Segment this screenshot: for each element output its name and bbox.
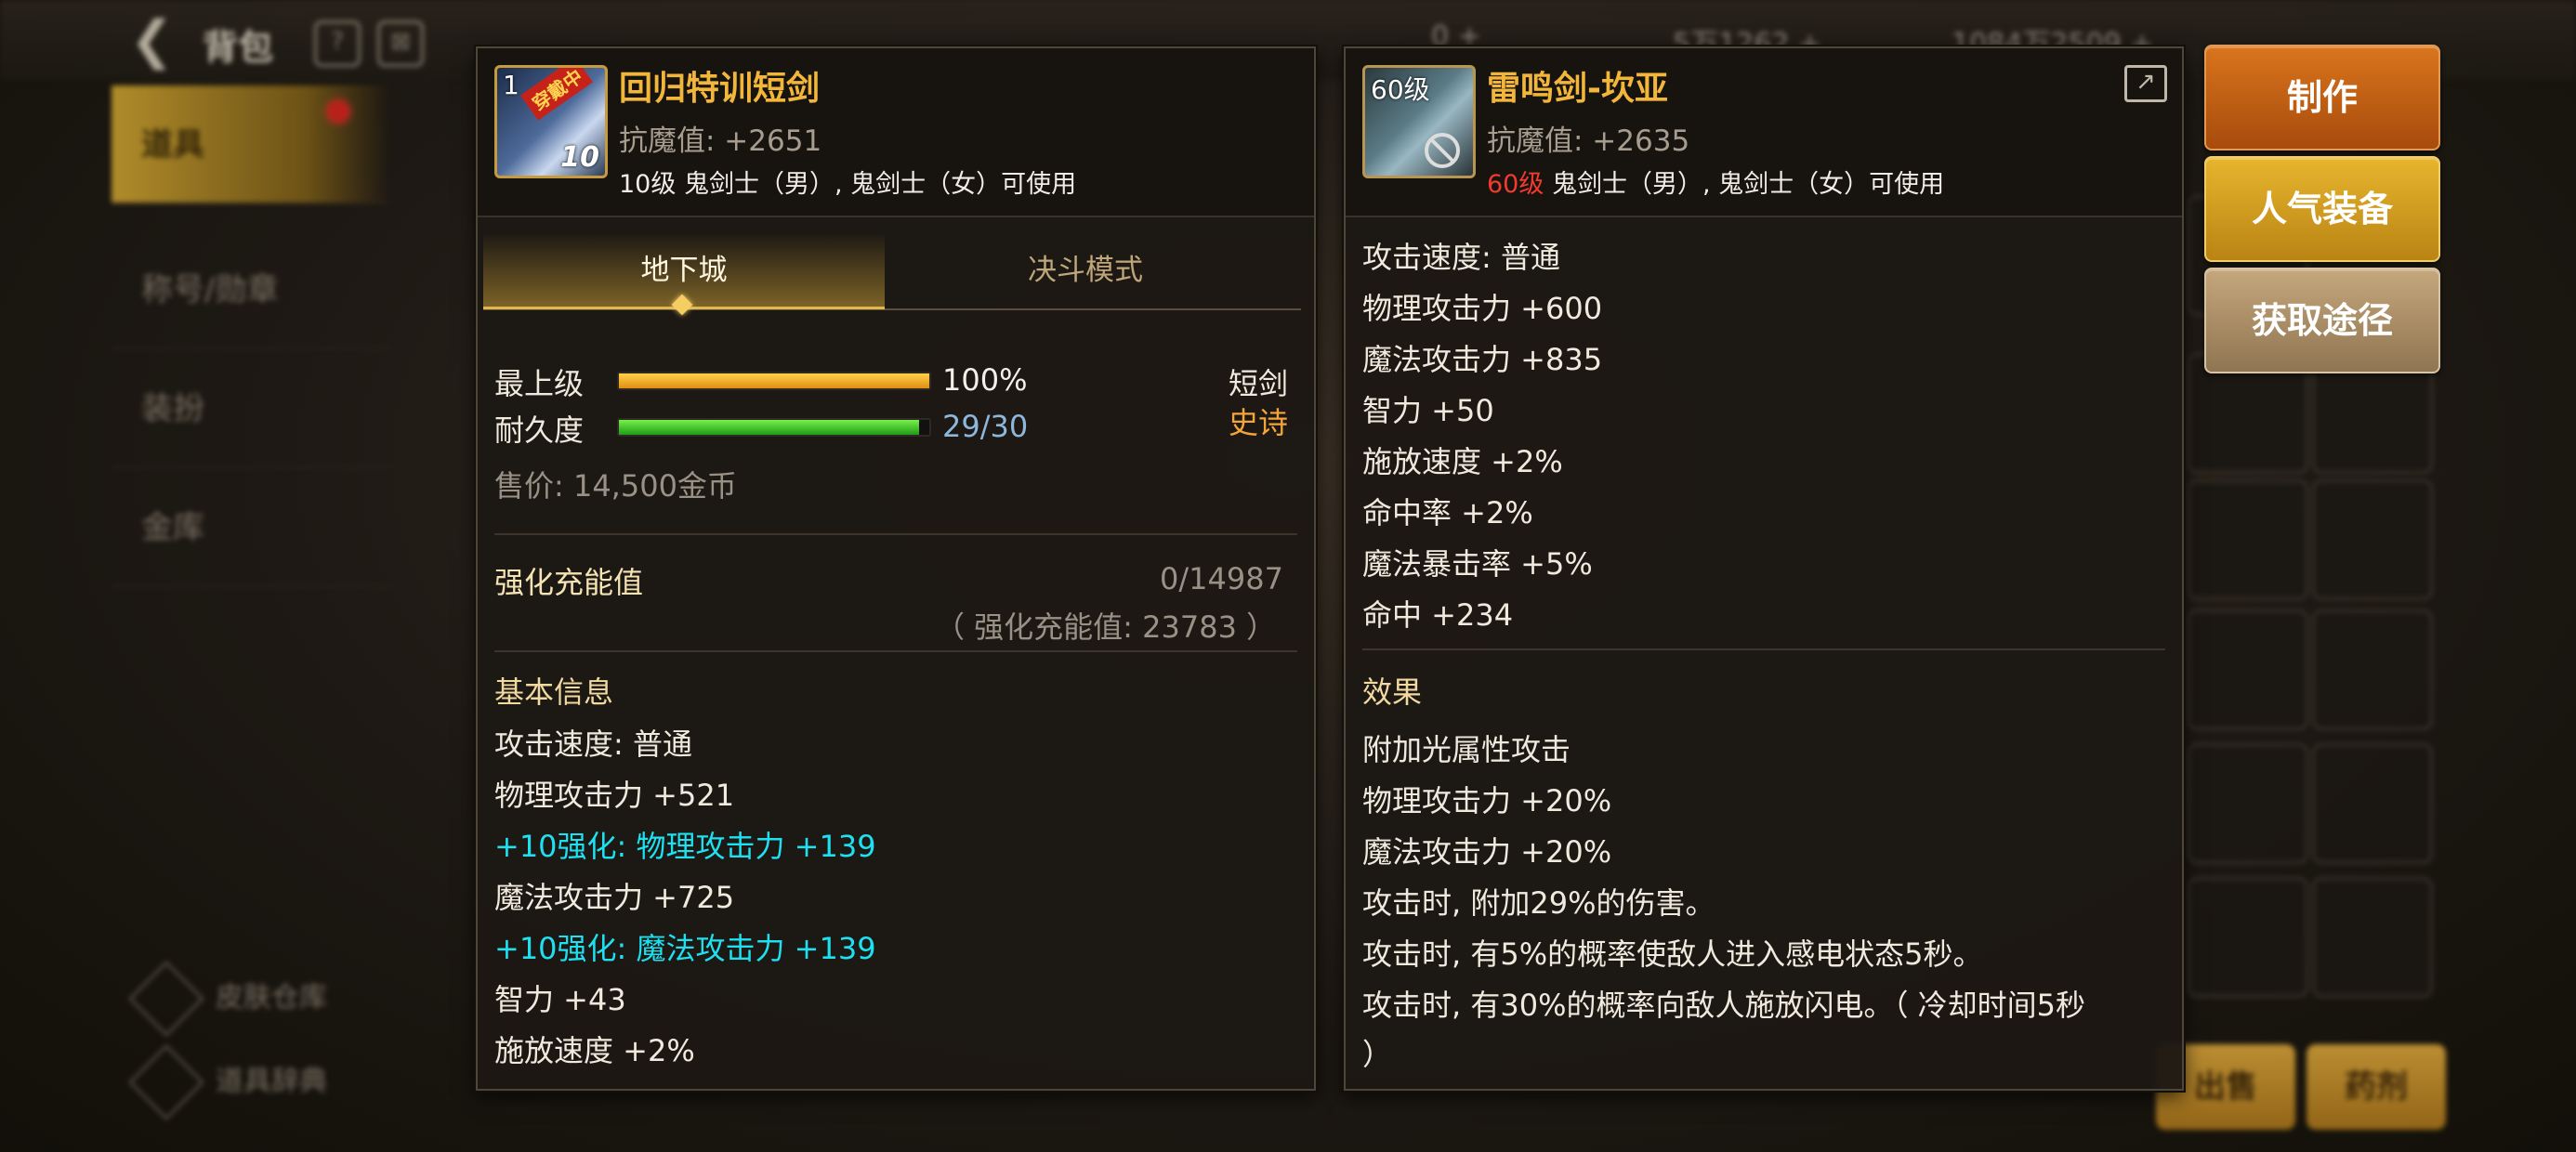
inventory-slot[interactable] [2188,479,2308,600]
magic-resist: 抗魔值: +2651 [619,124,822,158]
weapon-type: 短剑 [1229,366,1289,401]
durability-bar-fill [619,420,919,435]
icon-level: 60级 [1371,74,1430,105]
reinforce-value: 0/14987 [1160,561,1283,596]
usable-classes: 60级 鬼剑士（男）, 鬼剑士（女）可使用 [1487,164,1944,200]
item-dictionary-icon [127,1043,205,1121]
inventory-slot[interactable] [2312,609,2433,730]
usable-classes-text: 鬼剑士（男）, 鬼剑士（女）可使用 [1544,170,1945,199]
divider [1362,648,2165,650]
skin-storage-icon [127,960,205,1038]
nav-item-costume[interactable]: 装扮 [112,349,390,468]
divider [494,533,1297,535]
equipped-item-tooltip: 1 穿戴中 10 回归特训短剑 抗魔值: +2651 10级 鬼剑士（男）, 鬼… [476,46,1316,1091]
tab-duel[interactable]: 决斗模式 [885,234,1286,307]
tooltip-header: 1 穿戴中 10 回归特训短剑 抗魔值: +2651 10级 鬼剑士（男）, 鬼… [478,48,1314,217]
tooltip-header: 60级 雷鸣剑-坎亚 抗魔值: +2635 60级 鬼剑士（男）, 鬼剑士（女）… [1346,48,2182,217]
help-icon[interactable]: ? [314,20,361,67]
grade-value: 100% [942,362,1028,398]
inventory-slot[interactable] [2188,743,2308,864]
share-icon[interactable]: ↗ [2124,65,2167,102]
skin-storage-link[interactable]: 皮肤仓库 [127,960,327,1038]
stat-line: 智力 +43 [494,982,626,1017]
bag-title: 背包 [203,27,274,68]
short-sword-icon: 1 穿戴中 10 [494,65,608,178]
popular-equipment-button[interactable]: 人气装备 [2204,156,2440,262]
skin-storage-label: 皮肤仓库 [216,981,327,1015]
effect-line: 攻击时, 有30%的概率向敌人施放闪电。（ 冷却时间5秒 [1362,988,2086,1023]
durability-label: 耐久度 [494,412,585,448]
reinforce-label: 强化充能值 [494,565,644,600]
inventory-slot[interactable] [2312,479,2433,600]
stat-line: 魔法暴击率 +5% [1362,546,1593,582]
sell-price: 售价: 14,500金币 [494,468,737,504]
enhance-stat-line: +10强化: 物理攻击力 +139 [494,829,876,864]
basic-info-title: 基本信息 [494,674,614,710]
grade-bar [617,372,931,390]
prohibited-icon [1425,133,1460,168]
stat-line: 攻击速度: 普通 [1362,240,1560,275]
craft-button[interactable]: 制作 [2204,45,2440,151]
nav-item-items[interactable]: 道具 [112,85,390,204]
potion-button[interactable]: 药剂 [2307,1044,2446,1130]
icon-level: 1 [503,70,519,100]
item-dictionary-label: 道具辞典 [216,1065,327,1098]
nav-item-vault[interactable]: 金库 [112,468,390,587]
stat-line: 物理攻击力 +600 [1362,291,1603,326]
left-nav: 道具 称号/勋章 装扮 金库 [112,84,390,1068]
mode-tabs: 地下城 决斗模式 [483,234,1301,316]
nav-item-titles[interactable]: 称号/勋章 [112,230,390,349]
effect-line: 附加光属性攻击 [1362,732,1571,767]
back-arrow-icon[interactable]: ❮ [130,15,178,67]
item-dictionary-link[interactable]: 道具辞典 [127,1043,327,1121]
reinforce-total: （ 强化充能值: 23783 ） [935,609,1277,645]
durability-value: 29/30 [942,409,1029,444]
obtain-method-button[interactable]: 获取途径 [2204,268,2440,373]
stat-line: 物理攻击力 +521 [494,778,735,813]
sword-icon: 60级 [1362,65,1476,178]
equipped-badge: 穿戴中 [520,68,593,121]
effect-line: 攻击时, 有5%的概率使敌人进入感电状态5秒。 [1362,936,1983,972]
item-name: 雷鸣剑-坎亚 [1487,70,1668,108]
effect-line: 物理攻击力 +20% [1362,783,1612,818]
effect-line: 魔法攻击力 +20% [1362,834,1612,870]
stat-line: 智力 +50 [1362,393,1494,428]
rarity: 史诗 [1229,405,1289,440]
grade-label: 最上级 [494,366,585,401]
effect-title: 效果 [1362,674,1423,710]
stat-line: 命中率 +2% [1362,495,1533,530]
enhance-level: 10 [560,141,599,174]
durability-bar [617,418,931,437]
enhance-stat-line: +10强化: 魔法攻击力 +139 [494,931,876,966]
grade-bar-fill [619,373,929,388]
divider [494,650,1297,652]
effect-line: 攻击时, 附加29%的伤害。 [1362,885,1715,921]
stat-line: 命中 +234 [1362,597,1514,633]
stat-line: 攻击速度: 普通 [494,727,692,762]
item-name: 回归特训短剑 [619,70,821,108]
required-level: 60级 [1487,170,1544,199]
inventory-slot[interactable] [2312,743,2433,864]
stat-line: 魔法攻击力 +835 [1362,342,1603,377]
stat-line: 魔法攻击力 +725 [494,880,735,915]
sort-icon[interactable]: ⊠ [377,20,424,67]
magic-resist: 抗魔值: +2635 [1487,124,1690,158]
notification-dot [327,100,349,123]
compare-item-tooltip: 60级 雷鸣剑-坎亚 抗魔值: +2635 60级 鬼剑士（男）, 鬼剑士（女）… [1344,46,2184,1091]
stat-line: 施放速度 +2% [1362,444,1563,479]
effect-line: ） [1362,1037,1393,1072]
stat-line: 施放速度 +2% [494,1033,695,1068]
inventory-slot[interactable] [2312,877,2433,998]
inventory-slot[interactable] [2188,609,2308,730]
usable-classes: 10级 鬼剑士（男）, 鬼剑士（女）可使用 [619,170,1077,199]
inventory-slot[interactable] [2188,877,2308,998]
